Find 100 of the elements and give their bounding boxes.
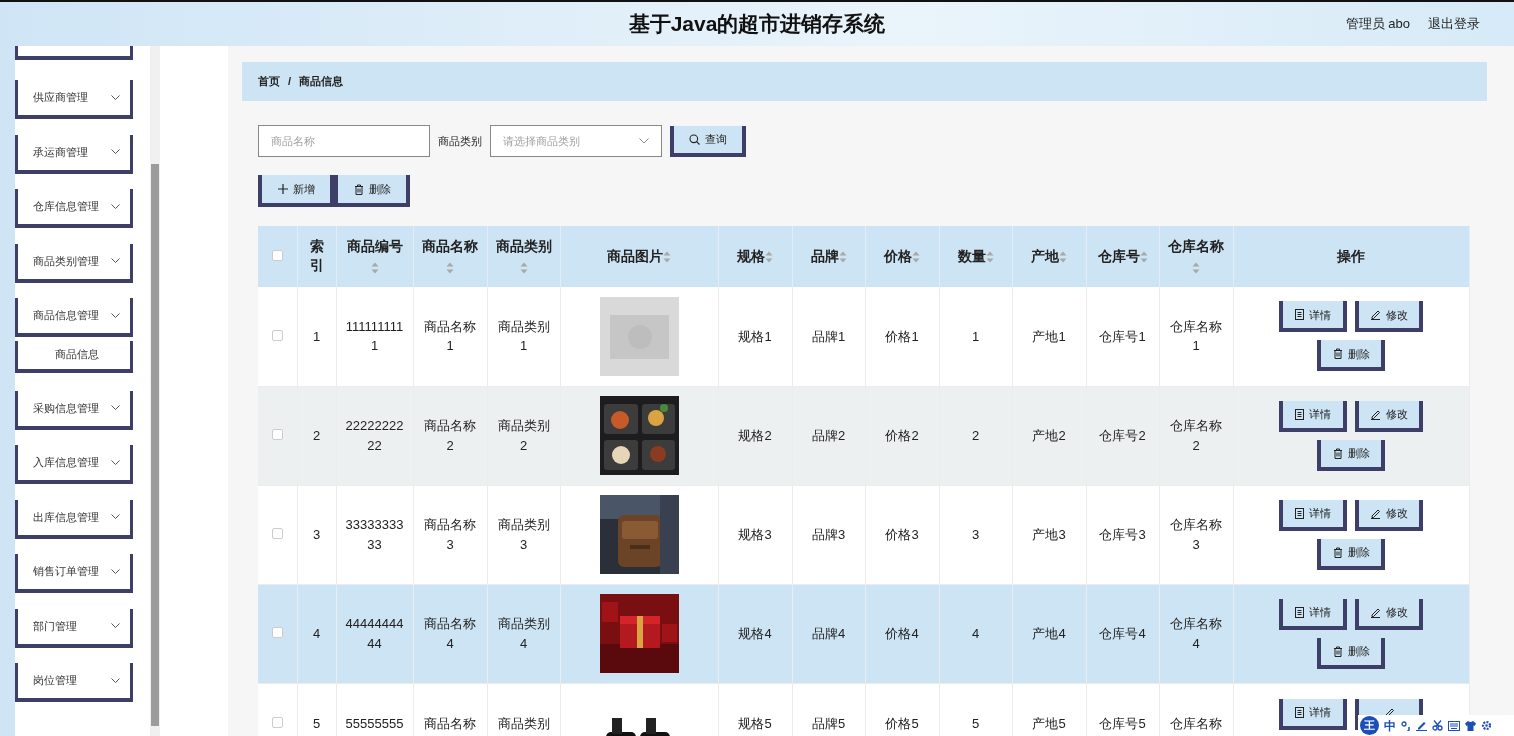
table-cell: 规格2 — [738, 427, 772, 443]
table-cell: 规格1 — [738, 328, 772, 344]
table-cell: 2 — [312, 427, 321, 443]
add-button[interactable]: 新增 — [258, 175, 334, 207]
table-row[interactable]: 2 2222222222 商品名称2 商品类别2 规格2 品牌2 价格2 2 产地2 仓库号2 仓库名称2 详情 修改 删除 — [258, 386, 1469, 485]
menu-item[interactable]: 入库信息管理 — [15, 445, 133, 484]
edit-button[interactable]: 修改 — [1355, 598, 1423, 630]
table-cell: 5 — [971, 715, 980, 731]
table-cell: 仓库号4 — [1099, 625, 1146, 641]
table-cell: 仓库名称3 — [1170, 517, 1222, 552]
table-cell: 仓库名称4 — [1170, 616, 1222, 651]
table-cell: 价格3 — [885, 526, 919, 542]
ime-logo[interactable]: 王 — [1360, 716, 1379, 735]
table-cell: 商品名称 — [424, 715, 476, 731]
table-cell: 品牌5 — [811, 715, 846, 731]
detail-button[interactable]: 详情 — [1279, 400, 1347, 432]
table-cell: 规格5 — [738, 715, 772, 731]
table-cell: 品牌2 — [811, 427, 846, 443]
column-header[interactable]: 产地 — [1031, 248, 1059, 264]
column-header[interactable]: 商品图片 — [607, 248, 663, 264]
table-row[interactable]: 4 4444444444 商品名称4 商品类别4 规格4 品牌4 价格4 4 产地4 仓库号4 仓库名称4 详情 修改 删除 — [258, 584, 1469, 683]
table-cell: 规格4 — [738, 625, 772, 641]
table-cell: 产地3 — [1032, 526, 1066, 542]
column-header[interactable]: 数量 — [957, 248, 986, 264]
delete-button[interactable]: 删除 — [1317, 340, 1385, 372]
table-cell: 商品名称3 — [424, 517, 476, 552]
table-cell: 仓库号1 — [1099, 328, 1146, 344]
table-cell: 商品名称4 — [424, 616, 476, 651]
delete-button[interactable]: 删除 — [334, 175, 410, 207]
detail-button[interactable]: 详情 — [1279, 301, 1347, 333]
table-cell: 产地1 — [1032, 328, 1066, 344]
table-cell: 品牌4 — [811, 625, 846, 641]
menu-item[interactable]: 采购信息管理 — [15, 390, 133, 430]
column-header[interactable]: 价格 — [884, 248, 912, 264]
table-cell: 商品类别 — [497, 715, 550, 731]
table-cell: 1 — [971, 328, 980, 344]
edit-button[interactable]: 修改 — [1355, 301, 1423, 333]
table-cell: 仓库名称1 — [1170, 318, 1222, 354]
table-cell: 仓库名称 — [1170, 715, 1222, 731]
table-cell: 仓库号5 — [1099, 715, 1146, 731]
table-cell: 产地4 — [1032, 625, 1066, 641]
table-cell: 1111111111 — [345, 318, 404, 354]
menu-item[interactable]: 供应商管理 — [15, 80, 133, 119]
table-cell: 3333333333 — [345, 517, 404, 552]
menu-item[interactable]: 出库信息管理 — [15, 499, 133, 539]
edit-button[interactable]: 修改 — [1355, 499, 1423, 531]
table-cell: 价格5 — [885, 715, 919, 731]
logout-link[interactable]: 退出登录 — [1428, 14, 1480, 34]
category-label: 商品类别 — [438, 133, 482, 149]
user-label: 管理员 abo — [1345, 15, 1410, 33]
table-row[interactable]: 1 1111111111 商品名称1 商品类别1 规格1 品牌1 价格1 1 产地1 仓库号1 仓库名称1 详情 修改 删除 — [258, 287, 1469, 386]
table-cell: 仓库号2 — [1099, 427, 1146, 443]
table-cell: 商品名称2 — [424, 418, 476, 453]
table-cell: 品牌1 — [811, 328, 846, 344]
column-header: 索引 — [309, 237, 324, 274]
menu-item[interactable]: 岗位管理 — [15, 663, 133, 702]
delete-button[interactable]: 删除 — [1317, 439, 1385, 471]
search-button[interactable]: 查询 — [670, 125, 746, 157]
menu-item[interactable]: 商品类别管理 — [15, 243, 133, 283]
submenu-item[interactable]: 商品信息 — [15, 340, 133, 373]
table-cell: 规格3 — [738, 526, 772, 542]
table-cell: 55555555 — [345, 715, 404, 731]
menu-item[interactable]: 仓库信息管理 — [15, 189, 133, 228]
table-cell: 商品类别4 — [497, 616, 550, 651]
delete-button[interactable]: 删除 — [1317, 637, 1385, 669]
table-cell: 4444444444 — [345, 616, 404, 651]
table-cell: 4 — [971, 625, 980, 641]
breadcrumb-current: 商品信息 — [299, 74, 344, 90]
table-cell: 2222222222 — [345, 418, 404, 453]
table-cell: 商品类别2 — [497, 418, 550, 453]
table-cell: 3 — [971, 526, 980, 542]
column-header[interactable]: 规格 — [737, 248, 765, 264]
table-cell: 产地5 — [1032, 715, 1066, 731]
table-cell: 3 — [312, 526, 321, 542]
table-cell: 价格4 — [885, 625, 919, 641]
detail-button[interactable]: 详情 — [1279, 598, 1347, 630]
table-cell: 1 — [312, 328, 321, 344]
table-cell: 价格2 — [885, 427, 919, 443]
detail-button[interactable]: 详情 — [1279, 698, 1347, 730]
table-cell: 商品类别3 — [497, 517, 550, 552]
table-row[interactable]: 3 3333333333 商品名称3 商品类别3 规格3 品牌3 价格3 3 产地3 仓库号3 仓库名称3 详情 修改 删除 — [258, 485, 1469, 584]
table-cell: 商品名称1 — [424, 318, 476, 354]
name-search-field[interactable]: 商品名称 — [258, 125, 430, 157]
column-header[interactable]: 仓库号 — [1097, 248, 1140, 264]
table-cell: 仓库号3 — [1099, 526, 1146, 542]
edit-button[interactable]: 修改 — [1355, 400, 1423, 432]
menu-item[interactable]: 部门管理 — [15, 608, 133, 648]
delete-button[interactable]: 删除 — [1317, 538, 1385, 570]
column-header[interactable]: 品牌 — [810, 248, 839, 264]
table-cell: 5 — [312, 715, 321, 731]
page-title: 基于Java的超市进销存系统 — [628, 11, 886, 38]
ime-mode-toggle[interactable]: 中 — [1384, 716, 1396, 735]
menu-item[interactable]: 销售订单管理 — [15, 554, 133, 593]
breadcrumb-link[interactable]: 首页 — [258, 73, 280, 90]
detail-button[interactable]: 详情 — [1279, 499, 1347, 531]
menu-item[interactable]: 商品信息管理 — [15, 298, 133, 337]
menu-item[interactable]: 承运商管理 — [15, 134, 133, 174]
breadcrumb-separator: / — [288, 74, 292, 90]
table-cell: 价格1 — [885, 328, 919, 344]
table-cell: 品牌3 — [811, 526, 846, 542]
